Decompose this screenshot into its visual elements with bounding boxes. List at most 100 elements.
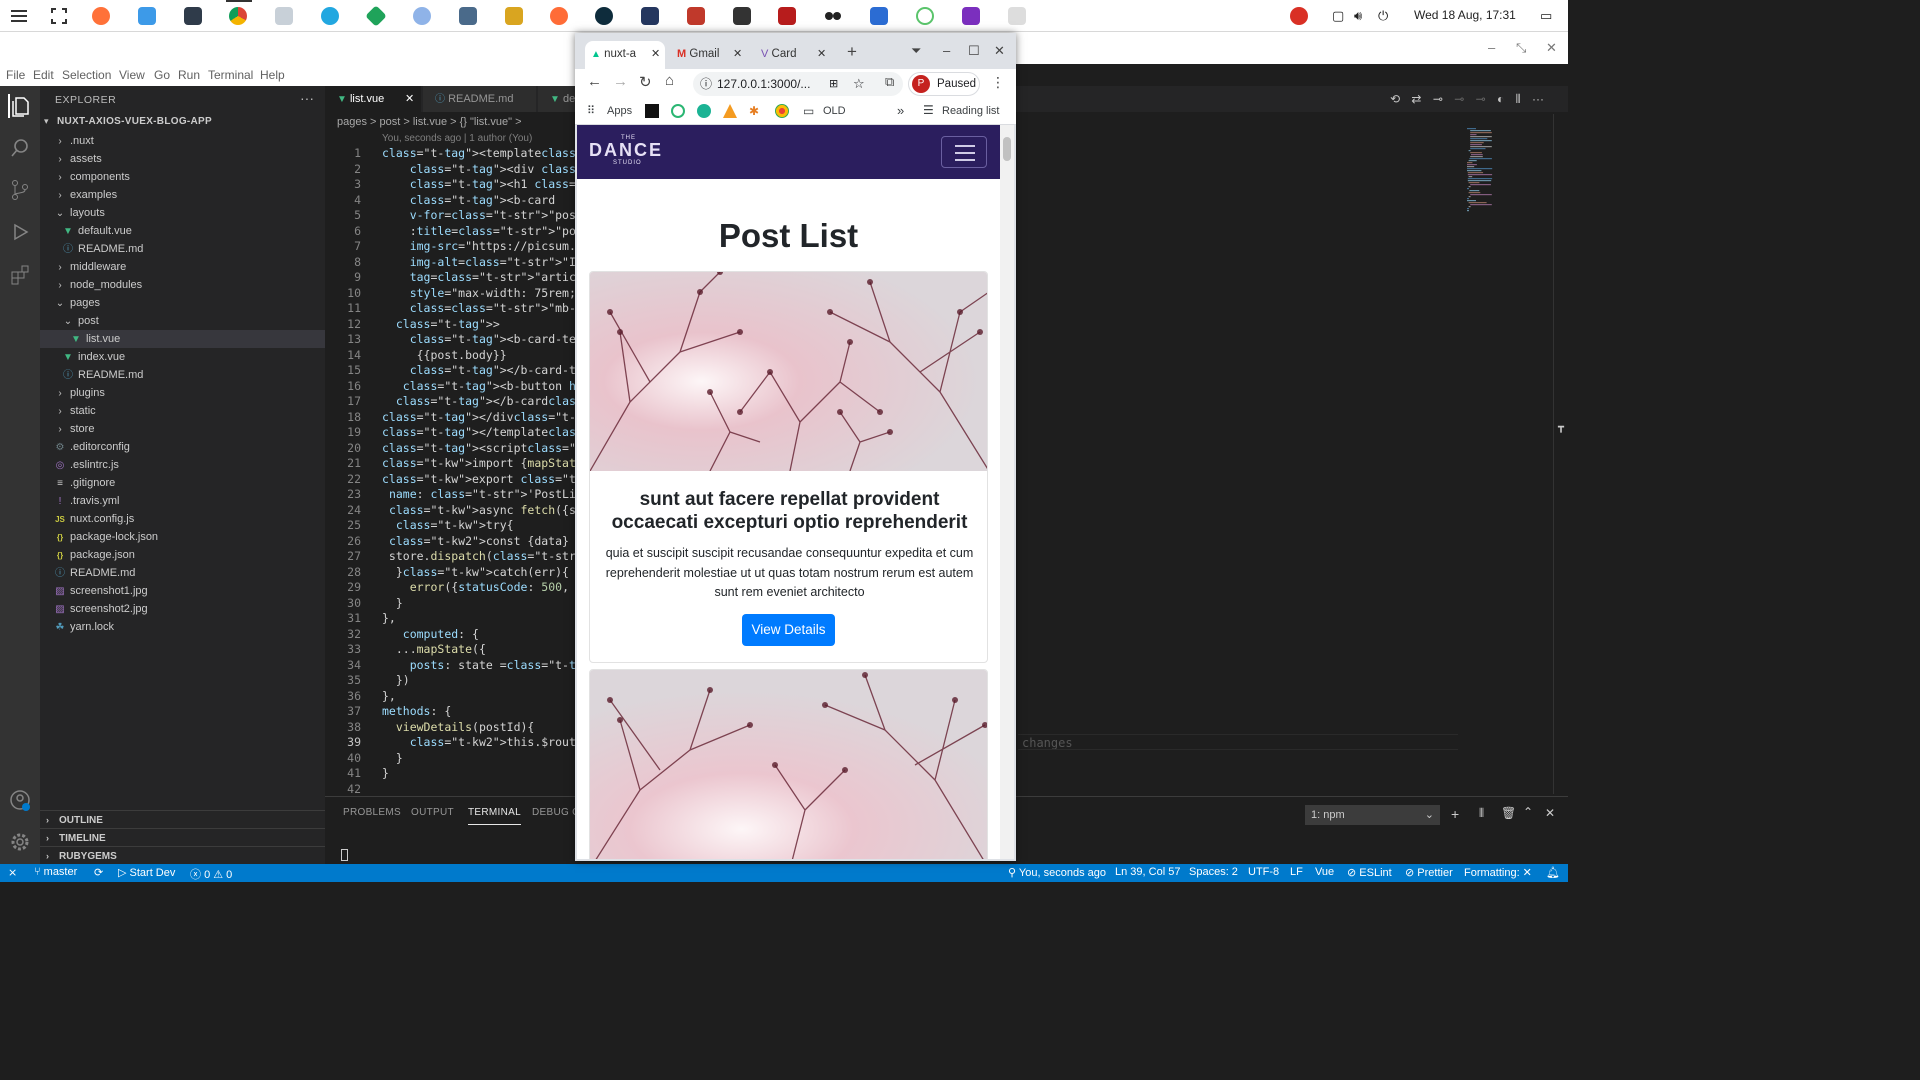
- code-editor[interactable]: 1class="t-tag"><templateclass="t-tag">>2…: [325, 146, 867, 796]
- tree-item[interactable]: ⓘ README.md: [40, 366, 325, 384]
- glasses-icon[interactable]: [824, 7, 842, 25]
- bookmark-apps[interactable]: Apps: [607, 105, 632, 117]
- postman-icon[interactable]: [550, 7, 568, 25]
- tree-item[interactable]: › static: [40, 402, 325, 420]
- codelens-blame[interactable]: You, seconds ago | 1 author (You): [382, 133, 532, 144]
- prettier-status[interactable]: ⊘ Prettier: [1405, 866, 1453, 879]
- preview-icon[interactable]: ◐: [1497, 92, 1504, 106]
- close-window-icon[interactable]: ✕: [994, 43, 1005, 59]
- close-tab-icon[interactable]: ✕: [405, 86, 414, 112]
- tree-item[interactable]: ◎ .eslintrc.js: [40, 456, 325, 474]
- restore-icon[interactable]: ⤡: [1516, 40, 1526, 56]
- back-icon[interactable]: ←: [587, 73, 602, 90]
- window-icon[interactable]: ▭: [1540, 8, 1552, 24]
- home-icon[interactable]: ⌂: [665, 72, 674, 89]
- tab-output[interactable]: OUTPUT: [411, 807, 454, 818]
- hand-icon[interactable]: [413, 7, 431, 25]
- tab-terminal[interactable]: TERMINAL: [468, 807, 521, 825]
- notifications-icon[interactable]: 🔔︎: [1546, 866, 1560, 879]
- git-open-icon[interactable]: ⊸: [1433, 92, 1443, 106]
- menu-edit[interactable]: Edit: [33, 68, 54, 82]
- video-icon[interactable]: [962, 7, 980, 25]
- browser-tab-nuxt[interactable]: ▲ nuxt-a ✕: [585, 41, 665, 69]
- history-icon[interactable]: ⟲: [1390, 92, 1400, 106]
- git-app-icon[interactable]: [365, 5, 387, 27]
- minimap[interactable]: [1465, 128, 1555, 218]
- address-bar[interactable]: ⓘ 127.0.0.1:3000/... ⊞ ☆: [693, 72, 903, 96]
- browser-tab-card[interactable]: V Card ✕: [755, 41, 835, 69]
- profile-button[interactable]: P Paused: [908, 72, 980, 96]
- split-editor-icon[interactable]: ⫴: [1516, 92, 1521, 106]
- navbar-toggle-button[interactable]: [941, 136, 987, 168]
- tree-item[interactable]: ⓘ README.md: [40, 240, 325, 258]
- tree-item[interactable]: ⚙ .editorconfig: [40, 438, 325, 456]
- more-actions-icon[interactable]: ···: [300, 90, 314, 106]
- chrome-icon[interactable]: [229, 7, 247, 25]
- blame-status[interactable]: ⚲ You, seconds ago: [1008, 866, 1106, 879]
- tab-debug-console[interactable]: DEBUG C: [532, 807, 580, 818]
- bookmark-star-icon[interactable]: ☆: [853, 72, 865, 96]
- tree-item[interactable]: ≡ .gitignore: [40, 474, 325, 492]
- indentation[interactable]: Spaces: 2: [1189, 866, 1238, 878]
- gmail-tray-icon[interactable]: [1290, 7, 1308, 25]
- terminal-select[interactable]: 1: npm ⌄: [1305, 805, 1440, 825]
- tree-item[interactable]: › node_modules: [40, 276, 325, 294]
- browser-tab-gmail[interactable]: M Gmail ✕: [671, 41, 751, 69]
- tree-item[interactable]: ▼ index.vue: [40, 348, 325, 366]
- timeline-section[interactable]: › TIMELINE: [40, 828, 325, 846]
- phpstorm-icon[interactable]: [641, 7, 659, 25]
- new-terminal-icon[interactable]: +: [1451, 806, 1459, 822]
- close-tab-icon[interactable]: ✕: [817, 41, 826, 67]
- notes-icon[interactable]: [275, 7, 293, 25]
- tasks-icon[interactable]: [870, 7, 888, 25]
- end-of-line[interactable]: LF: [1290, 866, 1303, 878]
- reading-list[interactable]: Reading list: [942, 105, 999, 117]
- menu-terminal[interactable]: Terminal: [208, 68, 253, 82]
- new-tab-icon[interactable]: +: [847, 42, 857, 62]
- menu-selection[interactable]: Selection: [62, 68, 111, 82]
- vscode-app-icon[interactable]: [321, 7, 339, 25]
- tree-item[interactable]: ▨ screenshot1.jpg: [40, 582, 325, 600]
- more-editor-icon[interactable]: ···: [1532, 92, 1544, 106]
- reading-list-icon[interactable]: ☰: [923, 103, 934, 117]
- firefox-icon[interactable]: [92, 7, 110, 25]
- language-mode[interactable]: Vue: [1315, 866, 1334, 878]
- outline-section[interactable]: › OUTLINE: [40, 810, 325, 828]
- tab-search-icon[interactable]: ⏷: [911, 43, 921, 59]
- breadcrumb[interactable]: pages > post > list.vue > {} "list.vue" …: [337, 116, 522, 128]
- chrome-menu-icon[interactable]: ⋮: [991, 74, 1005, 91]
- reload-icon[interactable]: ↻: [639, 73, 652, 91]
- encoding[interactable]: UTF-8: [1248, 866, 1279, 878]
- bookmark-old[interactable]: OLD: [823, 105, 846, 117]
- tab-list-vue[interactable]: ▼ list.vue ✕: [325, 86, 422, 112]
- site-info-icon[interactable]: ⓘ: [700, 72, 712, 96]
- scrollbar-thumb[interactable]: [1003, 137, 1011, 161]
- terminal-cursor[interactable]: [341, 849, 348, 861]
- search-icon[interactable]: [8, 136, 32, 160]
- view-details-button[interactable]: View Details: [742, 614, 835, 646]
- apps-icon[interactable]: ⠿: [587, 104, 595, 117]
- app-dark-icon[interactable]: [595, 7, 613, 25]
- close-panel-icon[interactable]: ✕: [1545, 806, 1555, 820]
- menu-file[interactable]: File: [6, 68, 25, 82]
- folder-icon[interactable]: ▭: [803, 104, 814, 118]
- tree-item[interactable]: › assets: [40, 150, 325, 168]
- rubygems-section[interactable]: › RUBYGEMS: [40, 846, 325, 864]
- tree-item[interactable]: JS nuxt.config.js: [40, 510, 325, 528]
- close-tab-icon[interactable]: ✕: [651, 41, 660, 67]
- tree-item[interactable]: ▼ default.vue: [40, 222, 325, 240]
- more-bookmarks-icon[interactable]: »: [897, 103, 904, 118]
- tab-default-vue[interactable]: ▼ de: [538, 86, 578, 112]
- tree-item[interactable]: › .nuxt: [40, 132, 325, 150]
- project-root[interactable]: ▾ NUXT-AXIOS-VUEX-BLOG-APP: [44, 116, 212, 127]
- tree-item[interactable]: ! .travis.yml: [40, 492, 325, 510]
- split-terminal-icon[interactable]: ⫴: [1479, 806, 1484, 821]
- tab-readme[interactable]: ⓘ README.md: [423, 86, 537, 112]
- tree-item[interactable]: ▨ screenshot2.jpg: [40, 600, 325, 618]
- tab-problems[interactable]: PROBLEMS: [343, 807, 401, 818]
- cursor-position[interactable]: Ln 39, Col 57: [1115, 866, 1180, 878]
- tree-item[interactable]: {} package.json: [40, 546, 325, 564]
- eslint-status[interactable]: ⊘ ESLint: [1347, 866, 1392, 879]
- recording-icon[interactable]: [1008, 7, 1026, 25]
- explorer-icon[interactable]: [8, 94, 32, 118]
